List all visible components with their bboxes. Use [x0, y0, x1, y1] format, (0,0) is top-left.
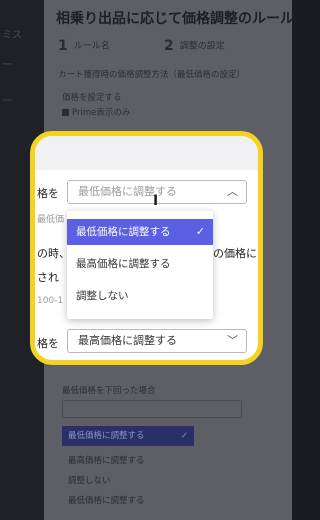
description-text: カート獲得時の価格調整方法（最低価格の設定）: [58, 70, 246, 80]
menu-item-max-price[interactable]: 最高価格に調整する: [67, 251, 213, 277]
zoom-highlight: 格を 最低価格に調整する ︿ I 最低価 の時、 の価格に され 100-1 最…: [30, 131, 263, 365]
zoom-topbar: [35, 136, 258, 170]
menu-item-min-price[interactable]: 最低価格に調整する ✓: [67, 219, 213, 245]
check-icon: ✓: [195, 225, 205, 238]
body-text-faint: 100-1: [37, 296, 64, 306]
text-cursor-icon: I: [153, 193, 159, 209]
checkbox-icon: [62, 109, 69, 116]
chevron-up-icon: ︿: [227, 185, 238, 198]
background-option[interactable]: 最高価格に調整する: [68, 454, 145, 466]
body-text: され: [37, 271, 59, 284]
max-price-select[interactable]: 最高価格に調整する ﹀: [67, 329, 247, 353]
lower-label: 最低価格を下回った場合: [62, 386, 156, 396]
body-text: の時、: [37, 247, 70, 260]
prime-checkbox[interactable]: Prime表示のみ: [62, 106, 130, 118]
background-option[interactable]: 最低価格に調整する: [68, 494, 145, 506]
sidebar-fragment: 一: [2, 60, 12, 71]
background-selected-option[interactable]: 最低価格に調整する ✓: [62, 426, 194, 446]
body-text-right: の価格に: [213, 247, 257, 260]
page-title: 相乗り出品に応じて価格調整のルール: [56, 11, 292, 27]
sidebar-fragment: 一: [2, 96, 12, 107]
chevron-down-icon: ﹀: [227, 334, 238, 347]
background-option[interactable]: 調整しない: [68, 474, 111, 486]
section-label: 価格を設定する: [62, 93, 122, 103]
sidebar-fragment: ミス: [2, 30, 22, 41]
step-2: 2 調整の設定: [164, 38, 225, 54]
menu-item-no-adjust[interactable]: 調整しない: [67, 283, 213, 309]
dropdown-menu: 最低価格に調整する ✓ 最高価格に調整する 調整しない: [67, 211, 213, 319]
row2-label: 格を: [37, 337, 59, 350]
faint-label: 最低価: [37, 215, 65, 225]
background-select[interactable]: [62, 400, 242, 418]
step-1: 1 ルール名: [58, 38, 110, 54]
check-icon: ✓: [180, 431, 188, 441]
row1-label: 格を: [37, 187, 59, 200]
